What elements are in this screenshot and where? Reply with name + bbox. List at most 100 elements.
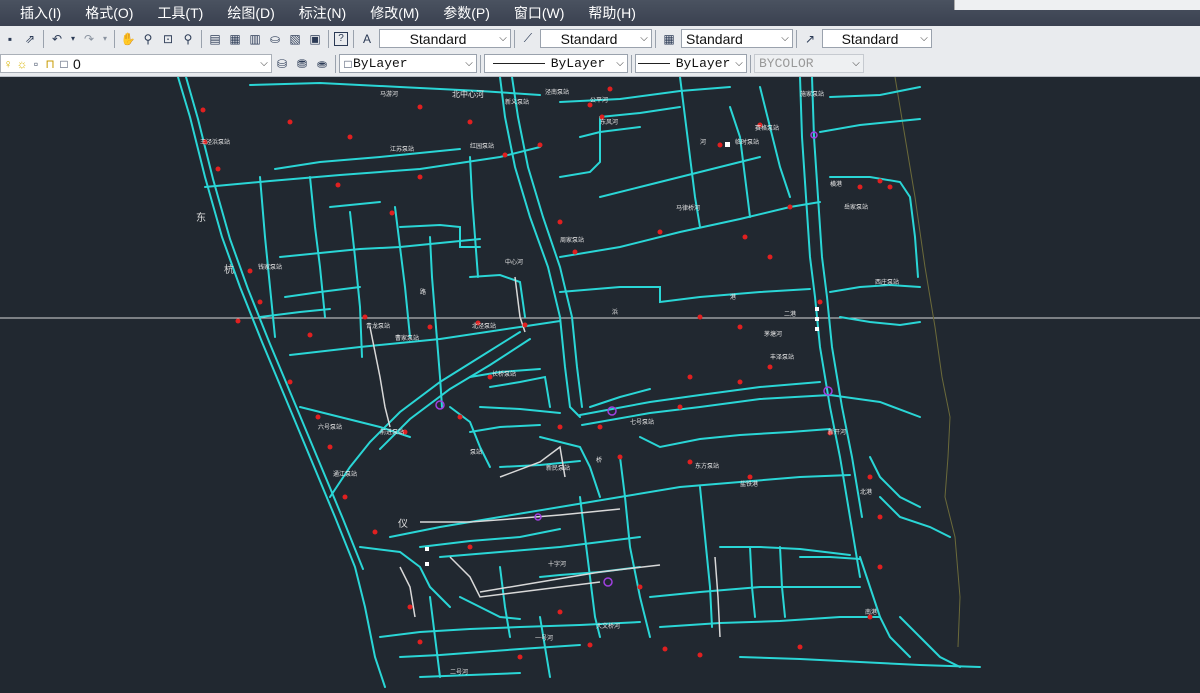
map-label: 桥	[596, 457, 603, 464]
map-label: 公平河	[590, 97, 609, 104]
multileader-style-icon[interactable]: ↗	[802, 31, 818, 47]
plot-style-dropdown[interactable]: BYCOLOR ⌵	[754, 54, 864, 73]
map-label: 东	[196, 213, 206, 224]
map-label: 杭	[224, 265, 234, 276]
map-label: 大文桥河	[596, 623, 621, 630]
calculator-icon[interactable]: ▣	[307, 31, 323, 47]
markup-icon[interactable]: ▧	[287, 31, 303, 47]
zoom-realtime-icon[interactable]: ⚲	[140, 31, 156, 47]
lightbulb-icon: ♀	[3, 56, 13, 71]
layer-previous-icon[interactable]: ⛃	[294, 56, 310, 72]
lineweight-dropdown[interactable]: ByLayer ⌵	[635, 54, 747, 73]
redo-dropdown-icon[interactable]: ▾	[101, 31, 109, 47]
undo-icon[interactable]: ↶	[49, 31, 65, 47]
tool-palettes-icon[interactable]: ▥	[247, 31, 263, 47]
layers-properties-toolbar: ♀ ☼ ▫ ⊓ □ 0 ⌵ ⛁ ⛃ ⛂ □ ByLayer ⌵ ByLayer …	[0, 51, 1200, 77]
map-label: 二港	[784, 311, 797, 318]
sun-icon: ☼	[16, 56, 28, 71]
redo-icon[interactable]: ↷	[81, 31, 97, 47]
toolbar-separator	[655, 29, 656, 48]
menu-draw[interactable]: 绘图(D)	[215, 0, 286, 26]
menu-window[interactable]: 窗口(W)	[502, 0, 577, 26]
chevron-down-icon: ⌵	[781, 33, 789, 44]
boundary-line	[894, 77, 961, 648]
map-label: 丰泽泵站	[770, 354, 795, 361]
map-label: 青龙泵站	[366, 323, 391, 330]
toolbar-separator	[114, 29, 115, 48]
map-label: 西庄泵站	[875, 279, 900, 286]
map-label: 泵站	[470, 449, 483, 456]
text-style-dropdown[interactable]: Standard ⌵	[379, 29, 511, 48]
table-style-dropdown[interactable]: Standard ⌵	[681, 29, 793, 48]
map-label: 赛格泵站	[755, 125, 780, 132]
make-current-layer-icon[interactable]: ⛁	[274, 56, 290, 72]
map-label: 东方泵站	[695, 463, 720, 470]
menu-dimension[interactable]: 标注(N)	[287, 0, 358, 26]
menu-insert[interactable]: 插入(I)	[0, 0, 73, 26]
sheet-set-icon[interactable]: ⛀	[267, 31, 283, 47]
text-style-icon[interactable]: A	[359, 31, 375, 47]
map-label: 茅塘河	[764, 331, 783, 338]
map-label: 十字河	[548, 561, 567, 568]
viewport-freeze-icon: ▫	[33, 56, 39, 71]
save-icon[interactable]: ▪	[2, 31, 18, 47]
chevron-down-icon: ⌵	[852, 58, 860, 69]
toolbar-separator	[335, 54, 336, 73]
map-label: 七号泵站	[630, 419, 655, 426]
map-label: 横港	[830, 181, 843, 188]
toolbar-separator	[480, 54, 481, 73]
menu-format[interactable]: 格式(O)	[73, 0, 145, 26]
map-label: 中心河	[505, 259, 524, 266]
map-label: 岳家泵站	[844, 204, 869, 211]
dim-style-dropdown[interactable]: Standard ⌵	[540, 29, 652, 48]
pump-station-markers	[200, 86, 893, 660]
map-label: 东风河	[600, 119, 619, 126]
map-label: 前进泵站	[380, 429, 405, 436]
drawing-canvas[interactable]: 王泾浜泵站 马游河 北中心河 泾南泵站 公平河 新义泵站 江苏泵站 红园泵站 东…	[0, 77, 1200, 693]
toolbar-separator	[328, 29, 329, 48]
zoom-previous-icon[interactable]: ⚲	[180, 31, 196, 47]
table-style-icon[interactable]: ▦	[661, 31, 677, 47]
map-label: 六号泵站	[318, 424, 343, 431]
map-label: 马律桥河	[676, 205, 701, 212]
toolbar-separator	[514, 29, 515, 48]
title-search-box[interactable]	[954, 0, 1200, 10]
toolbar-separator	[43, 29, 44, 48]
chevron-down-icon: ⌵	[499, 33, 507, 44]
menu-modify[interactable]: 修改(M)	[358, 0, 431, 26]
help-icon[interactable]: ?	[334, 31, 348, 46]
map-label: 新民泵站	[546, 465, 571, 472]
map-label: 新开河	[828, 429, 847, 436]
dim-style-icon[interactable]: ⟋	[520, 31, 536, 47]
layer-states-icon[interactable]: ⛂	[314, 56, 330, 72]
properties-icon[interactable]: ▤	[207, 31, 223, 47]
map-label: 新义泵站	[505, 99, 530, 106]
map-label: 北泾泵站	[472, 323, 497, 330]
multileader-style-dropdown[interactable]: Standard ⌵	[822, 29, 932, 48]
color-swatch-icon: □	[60, 56, 68, 71]
chevron-down-icon: ⌵	[920, 33, 928, 44]
menu-parametric[interactable]: 参数(P)	[431, 0, 502, 26]
lock-icon: ⊓	[45, 56, 55, 71]
pipe-network	[177, 77, 981, 688]
map-label: 钱家泵站	[258, 264, 283, 271]
zoom-window-icon[interactable]: ⊡	[160, 31, 176, 47]
map-label: 王泾浜泵站	[200, 139, 231, 146]
design-center-icon[interactable]: ▦	[227, 31, 243, 47]
map-label: 北港	[860, 489, 873, 496]
map-label: 港	[730, 294, 737, 301]
map-label: 仪	[398, 519, 408, 530]
undo-dropdown-icon[interactable]: ▾	[69, 31, 77, 47]
menu-tools[interactable]: 工具(T)	[145, 0, 215, 26]
road-network	[369, 276, 721, 638]
linetype-dropdown[interactable]: ByLayer ⌵	[484, 54, 628, 73]
map-label: 一号河	[535, 635, 554, 642]
pan-icon[interactable]: ✋	[120, 31, 136, 47]
publish-icon[interactable]: ⇗	[22, 31, 38, 47]
toolbar-separator	[353, 29, 354, 48]
map-label: 江苏泵站	[390, 146, 415, 153]
chevron-down-icon: ⌵	[465, 58, 473, 69]
layer-dropdown[interactable]: ♀ ☼ ▫ ⊓ □ 0 ⌵	[0, 54, 272, 73]
menu-help[interactable]: 帮助(H)	[576, 0, 647, 26]
color-dropdown[interactable]: □ ByLayer ⌵	[339, 54, 477, 73]
